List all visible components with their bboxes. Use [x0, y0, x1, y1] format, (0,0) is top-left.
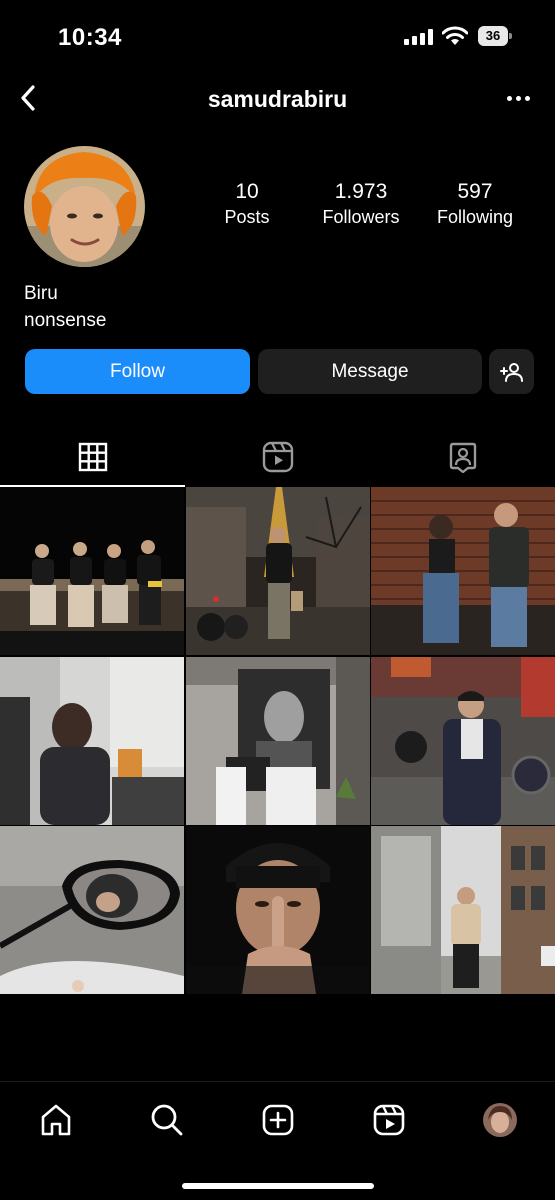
profile-username: samudrabiru	[207, 86, 348, 112]
post-thumbnail[interactable]	[371, 656, 555, 825]
more-options-button[interactable]	[503, 88, 533, 108]
post-thumbnail[interactable]	[185, 656, 370, 825]
battery-level: 36	[478, 26, 508, 46]
following-label: Following	[436, 207, 514, 227]
suggested-users-button[interactable]	[489, 349, 534, 394]
tab-tagged[interactable]	[370, 426, 555, 487]
message-button[interactable]: Message	[258, 349, 482, 394]
posts-stat[interactable]: 10 Posts	[187, 180, 307, 230]
followers-stat[interactable]: 1.973 Followers	[301, 180, 421, 230]
posts-label: Posts	[224, 207, 270, 227]
tab-posts-grid[interactable]	[0, 426, 185, 487]
following-count: 597	[457, 180, 493, 203]
nav-reels[interactable]	[369, 1100, 409, 1140]
profile-avatar	[483, 1103, 517, 1137]
wifi-icon	[442, 26, 468, 45]
more-horizontal-icon	[506, 95, 512, 101]
battery-icon: 36	[478, 26, 512, 46]
profile-stats: 10 Posts 1.973 Followers 597 Following	[190, 180, 535, 232]
post-thumbnail[interactable]	[0, 826, 184, 994]
post-thumbnail[interactable]	[371, 487, 555, 655]
post-thumbnail[interactable]	[185, 487, 370, 655]
reels-icon	[373, 1104, 405, 1136]
posts-grid	[0, 487, 555, 994]
following-stat[interactable]: 597 Following	[415, 180, 535, 230]
tagged-icon	[449, 442, 476, 473]
profile-avatar[interactable]	[24, 146, 145, 267]
post-thumbnail[interactable]	[371, 826, 555, 994]
posts-count: 10	[235, 180, 259, 203]
followers-count: 1.973	[334, 180, 388, 203]
nav-profile[interactable]	[480, 1100, 520, 1140]
post-thumbnail[interactable]	[0, 487, 184, 655]
nav-create[interactable]	[258, 1100, 298, 1140]
home-indicator	[182, 1183, 374, 1189]
create-icon	[262, 1104, 294, 1136]
tab-reels[interactable]	[185, 426, 370, 487]
add-user-icon	[499, 362, 523, 382]
post-thumbnail[interactable]	[185, 826, 370, 994]
reels-icon	[262, 441, 293, 472]
grid-icon	[78, 442, 107, 471]
follow-button[interactable]: Follow	[25, 349, 250, 394]
status-bar: 10:34 36	[0, 0, 555, 76]
profile-name: Biru	[24, 283, 58, 304]
home-icon	[41, 1104, 71, 1136]
nav-search[interactable]	[147, 1100, 187, 1140]
bio-text: nonsense	[24, 310, 107, 331]
nav-home[interactable]	[36, 1100, 76, 1140]
post-thumbnail[interactable]	[0, 656, 184, 825]
search-icon	[151, 1104, 183, 1136]
profile-tabs	[0, 426, 555, 487]
followers-label: Followers	[322, 207, 400, 227]
profile-bio: Biru nonsense	[24, 280, 106, 334]
profile-header: samudrabiru	[0, 76, 555, 120]
cellular-signal-icon	[404, 29, 433, 45]
status-time: 10:34	[58, 24, 122, 51]
